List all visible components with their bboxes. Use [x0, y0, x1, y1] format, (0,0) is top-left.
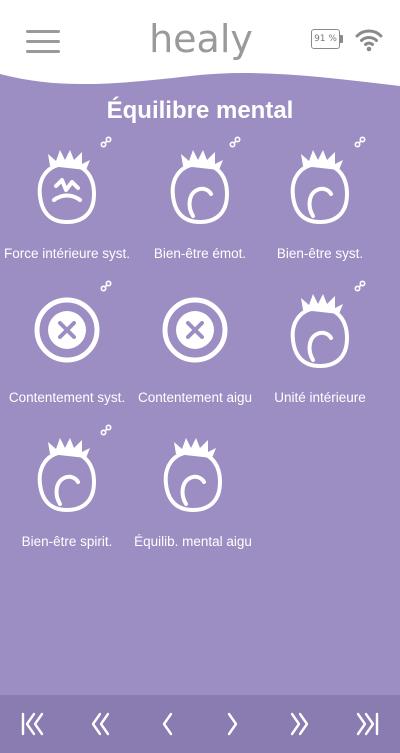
menu-button[interactable] [26, 30, 60, 54]
link-icon [354, 136, 366, 148]
program-tile[interactable]: Force intérieure syst. [0, 136, 134, 288]
chevron-left-icon [162, 712, 172, 736]
first-page-icon [22, 712, 44, 736]
program-label: Contentement syst. [8, 390, 126, 405]
battery-level: 91 % [311, 29, 340, 49]
last-page-icon [356, 712, 378, 736]
program-tile[interactable]: Contentement syst. [0, 280, 134, 432]
last-page-button[interactable] [333, 695, 400, 753]
program-label: Force intérieure syst. [3, 246, 131, 261]
x-circle-icon [162, 297, 228, 363]
head-icon [170, 150, 229, 224]
link-icon [100, 424, 112, 436]
healy-logo: healy [149, 17, 253, 61]
head-icon [37, 438, 96, 512]
first-page-button[interactable] [0, 695, 67, 753]
program-tile[interactable]: Bien-être syst. [253, 136, 387, 288]
head-icon [163, 438, 222, 512]
link-icon [100, 280, 112, 292]
program-label: Équilib. mental aigu [134, 534, 252, 549]
program-tile[interactable]: Unité intérieure [253, 280, 387, 432]
head-icon [290, 150, 349, 224]
previous-button[interactable] [133, 695, 200, 753]
program-label: Bien-être syst. [276, 246, 364, 261]
link-icon [100, 136, 112, 148]
program-label: Unité intérieure [274, 390, 366, 405]
wifi-icon [355, 29, 383, 52]
program-label: Contentement aigu [137, 390, 253, 405]
x-circle-icon [34, 297, 100, 363]
hamburger-menu-icon [26, 30, 60, 33]
head-broken-icon [37, 150, 96, 224]
svg-text:healy: healy [149, 17, 253, 61]
program-tile[interactable]: Bien-être spirit. [0, 424, 134, 576]
battery-indicator: 91 % [311, 29, 344, 51]
next-block-button[interactable] [267, 695, 334, 753]
double-chevron-right-icon [290, 712, 309, 736]
next-button[interactable] [200, 695, 267, 753]
pagination-bar [0, 695, 400, 753]
head-icon [290, 294, 349, 368]
program-tile[interactable]: Bien-être émot. [133, 136, 267, 288]
previous-block-button[interactable] [67, 695, 134, 753]
page-title: Équilibre mental [106, 97, 294, 124]
double-chevron-left-icon [91, 712, 110, 736]
link-icon [229, 136, 241, 148]
program-tile[interactable]: Contentement aigu [128, 292, 262, 432]
program-label: Bien-être émot. [153, 246, 247, 261]
chevron-right-icon [228, 712, 238, 736]
program-label: Bien-être spirit. [21, 534, 113, 549]
link-icon [354, 280, 366, 292]
program-tile[interactable]: Équilib. mental aigu [126, 436, 260, 576]
